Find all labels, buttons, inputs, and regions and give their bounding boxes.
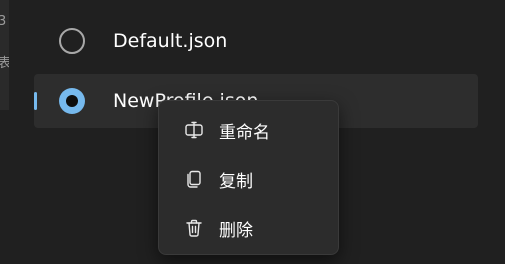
menu-label: 重命名 <box>219 122 270 143</box>
rename-icon <box>183 119 205 141</box>
copy-icon <box>183 168 205 190</box>
profile-name: Default.json <box>113 30 228 52</box>
profile-item-default[interactable]: Default.json <box>34 14 478 68</box>
menu-item-delete[interactable]: 删除 <box>163 206 334 250</box>
menu-label: 删除 <box>219 220 253 241</box>
left-edge-panel: 3 表 <box>0 0 9 110</box>
selection-indicator <box>34 92 37 110</box>
delete-icon <box>183 217 205 239</box>
left-edge-text: 3 <box>0 14 7 29</box>
context-menu: 重命名 复制 删除 <box>158 100 339 255</box>
radio-button-selected[interactable] <box>59 88 85 114</box>
menu-item-rename[interactable]: 重命名 <box>163 108 334 152</box>
menu-label: 复制 <box>219 171 253 192</box>
profile-list-page: 3 表 Default.json NewProfile.json 重命名 <box>0 0 505 264</box>
left-edge-text: 表 <box>0 56 9 71</box>
menu-item-copy[interactable]: 复制 <box>163 157 334 201</box>
radio-button-unselected[interactable] <box>59 28 85 54</box>
